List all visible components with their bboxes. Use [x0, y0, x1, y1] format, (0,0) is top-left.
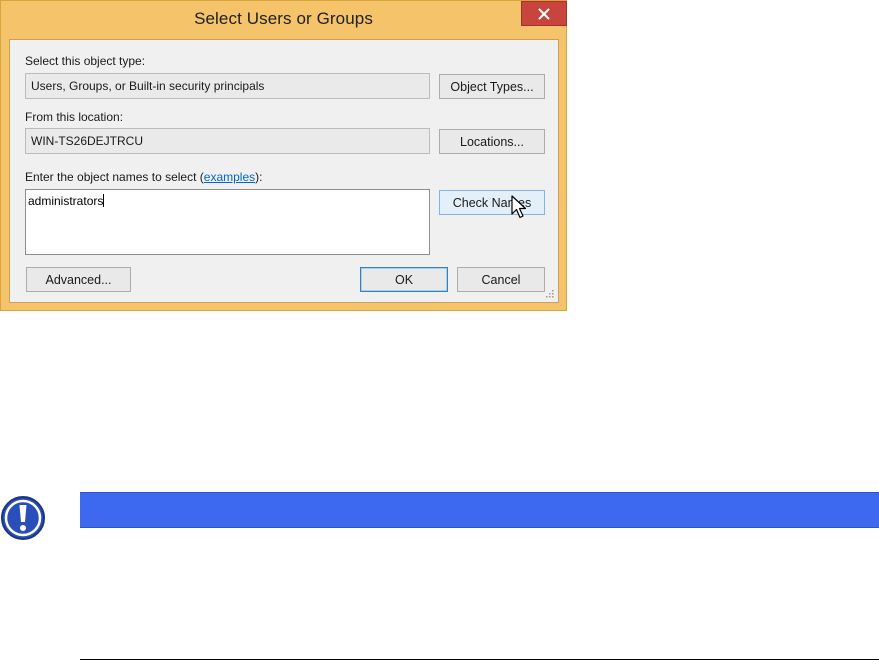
dialog-body: Select this object type: Users, Groups, … — [9, 39, 559, 303]
mouse-pointer-icon — [511, 195, 527, 219]
select-users-dialog: Select Users or Groups Select this objec… — [0, 0, 567, 311]
object-types-button[interactable]: Object Types... — [439, 74, 545, 99]
note-header-bar — [80, 492, 879, 528]
title-bar[interactable]: Select Users or Groups — [1, 1, 567, 39]
object-names-label: Enter the object names to select (exampl… — [25, 170, 262, 184]
object-names-text: administrators — [28, 194, 104, 208]
ok-button[interactable]: OK — [360, 267, 448, 292]
check-names-button[interactable]: Check Names — [439, 190, 545, 215]
object-names-label-prefix: Enter the object names to select ( — [25, 170, 204, 184]
advanced-button[interactable]: Advanced... — [26, 267, 131, 292]
object-names-input[interactable]: administrators — [25, 189, 430, 255]
close-icon — [538, 8, 550, 19]
location-field: WIN-TS26DEJTRCU — [25, 128, 430, 154]
location-label: From this location: — [25, 110, 124, 124]
object-names-label-suffix: ): — [255, 170, 263, 184]
cancel-button[interactable]: Cancel — [457, 267, 545, 292]
note-bottom-rule — [80, 659, 879, 660]
examples-link[interactable]: examples — [204, 170, 255, 184]
dialog-title: Select Users or Groups — [194, 9, 373, 28]
resize-grip-icon[interactable] — [544, 288, 554, 298]
object-type-label: Select this object type: — [25, 54, 146, 68]
important-exclamation-icon — [1, 496, 45, 540]
close-button[interactable] — [521, 1, 567, 26]
locations-button[interactable]: Locations... — [439, 129, 545, 154]
object-type-field: Users, Groups, or Built-in security prin… — [25, 73, 430, 99]
text-caret — [103, 194, 105, 207]
